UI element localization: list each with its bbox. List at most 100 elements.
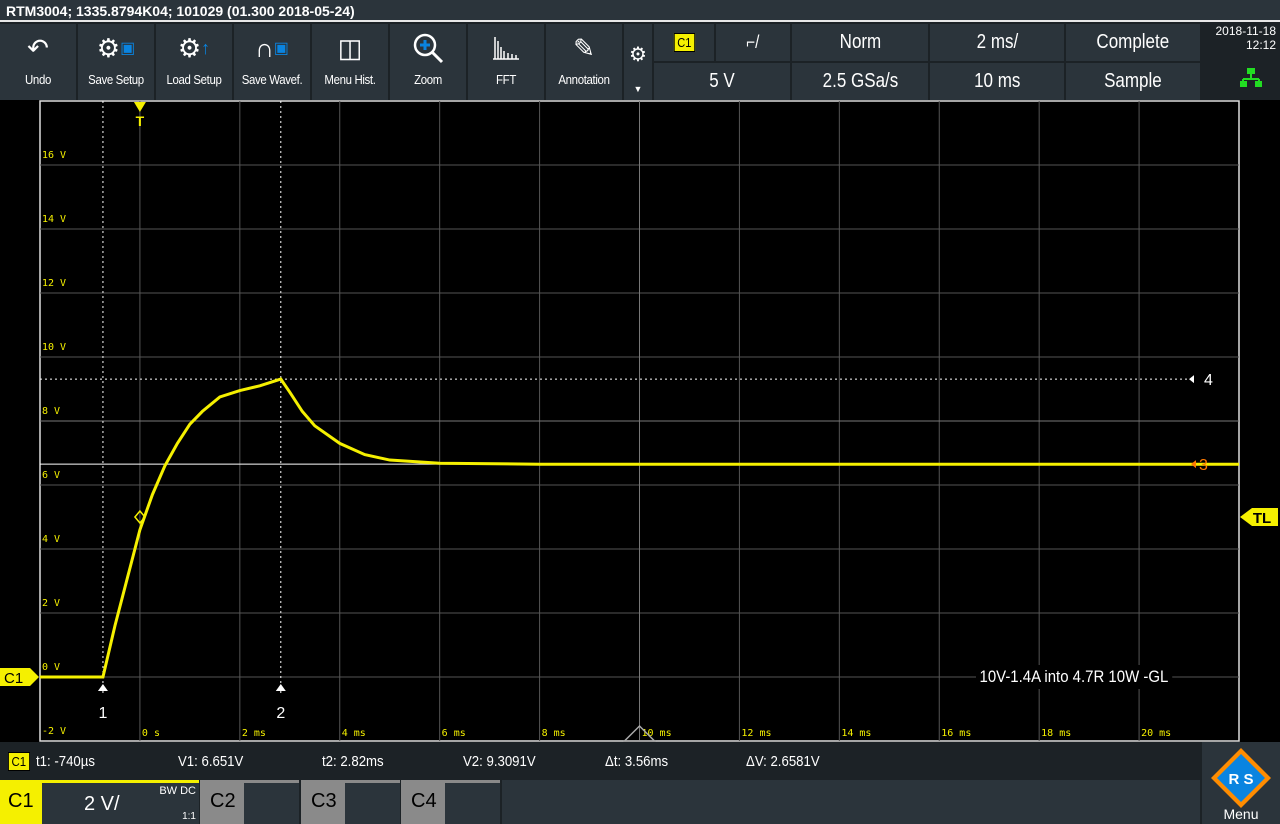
channel-c1-offset-label: C1 <box>4 670 23 687</box>
fft-spectrum-icon <box>468 24 544 72</box>
date: 2018-11-18 <box>1215 24 1277 38</box>
y-tick-label: 14 V <box>42 214 66 225</box>
menu-button[interactable]: R S Menu <box>1202 742 1280 824</box>
cursor-delta-v: ΔV: 2.6581V <box>746 753 820 770</box>
timebase-label: 2 ms/ <box>976 31 1018 53</box>
load-setup-button[interactable]: ⚙ ↑ Load Setup <box>156 24 232 100</box>
y-tick-label: 0 V <box>42 662 60 673</box>
fft-label: FFT <box>496 72 516 87</box>
cursor-1-arrow <box>97 684 108 691</box>
y-tick-label: 12 V <box>42 278 66 289</box>
datetime: 2018-11-18 12:12 <box>1202 24 1280 100</box>
cursor-4-label: 4 <box>1204 372 1213 389</box>
cursor-3-label: 3 <box>1199 457 1208 474</box>
acquisition-state[interactable]: Complete <box>1066 24 1200 61</box>
cursor-delta-t: Δt: 3.56ms <box>605 753 669 770</box>
menu-history-label: Menu Hist. <box>324 72 376 87</box>
cursor-t2: t2: 2.82ms <box>322 753 384 770</box>
x-tick-label: 0 s <box>142 728 160 739</box>
c1-probe-ratio: 1:1 <box>182 811 196 822</box>
cursor-measurements: C1 t1: -740µs V1: 6.651V t2: 2.82ms V2: … <box>0 742 1200 780</box>
network-icon <box>1240 68 1262 87</box>
sample-rate[interactable]: 2.5 GSa/s <box>792 63 928 100</box>
cursor-v2: V2: 9.3091V <box>463 753 536 770</box>
pencil-icon: ✎ <box>573 32 595 63</box>
annotation-text[interactable]: 10V-1.4A into 4.7R 10W -GL <box>976 665 1172 689</box>
undo-arrow-icon: ↶ <box>27 32 49 63</box>
menu-history-button[interactable]: ◫ Menu Hist. <box>312 24 388 100</box>
gear-save-icon: ⚙ ▣ <box>96 32 136 63</box>
title-bar: RTM3004; 1335.8794K04; 101029 (01.300 20… <box>0 0 1280 22</box>
cursor-2-arrow <box>275 684 286 691</box>
trigger-source[interactable]: C1 <box>654 24 714 61</box>
y-tick-label: -2 V <box>42 726 66 737</box>
trigger-slope[interactable]: ⌐/ <box>716 24 790 61</box>
y-tick-label: 2 V <box>42 598 60 609</box>
x-tick-label: 12 ms <box>741 728 771 739</box>
trigger-mode[interactable]: Norm <box>792 24 928 61</box>
trigger-mode-label: Norm <box>839 31 881 53</box>
zoom-in-icon <box>390 24 466 72</box>
waveform-grid: 16 V 14 V 12 V 10 V 8 V 6 V 4 V 2 V 0 V -2 V 0 s 2 … <box>0 100 1278 742</box>
x-tick-label: 20 ms <box>1141 728 1171 739</box>
settings-button[interactable]: ⚙ ▼ <box>624 24 652 100</box>
channel-c2-tab[interactable]: C2 <box>200 780 299 824</box>
y-tick-label: 10 V <box>42 342 66 353</box>
trigger-position-marker <box>133 102 146 112</box>
cursor-3-arrow <box>1191 460 1196 469</box>
acquisition-mode[interactable]: Sample <box>1066 63 1200 100</box>
waveform-display[interactable]: 16 V 14 V 12 V 10 V 8 V 6 V 4 V 2 V 0 V -2 V 0 s 2 … <box>0 100 1280 742</box>
channel-c4-tab[interactable]: C4 <box>401 780 500 824</box>
undo-label: Undo <box>25 72 51 87</box>
acq-mode-label: Sample <box>1104 70 1162 92</box>
channel-c3-tab[interactable]: C3 <box>301 780 400 824</box>
trigger-level[interactable]: 5 V <box>654 63 790 100</box>
x-tick-label: 6 ms <box>442 728 466 739</box>
record-length-label: 10 ms <box>973 70 1021 92</box>
y-tick-label: 16 V <box>42 150 66 161</box>
acq-state-label: Complete <box>1096 31 1170 53</box>
x-tick-label: 16 ms <box>941 728 971 739</box>
x-tick-label: 8 ms <box>542 728 566 739</box>
save-setup-label: Save Setup <box>88 72 144 87</box>
cursor-t1: t1: -740µs <box>36 753 95 770</box>
cursor-2-label: 2 <box>276 705 285 722</box>
x-tick-label: 18 ms <box>1041 728 1071 739</box>
c4-label: C4 <box>411 790 437 812</box>
y-tick-label: 4 V <box>42 534 60 545</box>
load-setup-label: Load Setup <box>166 72 222 87</box>
cursor-v1: V1: 6.651V <box>178 753 244 770</box>
save-waveform-label: Save Wavef. <box>241 72 303 87</box>
c1-label: C1 <box>8 790 34 812</box>
save-waveform-button[interactable]: ∩ ▣ Save Wavef. <box>234 24 310 100</box>
cursor-4-arrow <box>1189 375 1194 384</box>
gear-upload-icon: ⚙ ↑ <box>177 32 211 63</box>
trigger-source-label: C1 <box>673 33 695 52</box>
y-tick-label: 6 V <box>42 470 60 481</box>
channel-bar: C1 2 V/ BW DC 1:1 C2 C3 C4 <box>0 780 1200 824</box>
fft-button[interactable]: FFT <box>468 24 544 100</box>
svg-text:R S: R S <box>1228 771 1253 788</box>
channel-c1-settings[interactable]: 2 V/ BW DC 1:1 <box>42 780 199 824</box>
sample-rate-label: 2.5 GSa/s <box>822 70 898 92</box>
trigger-position-label: T <box>136 113 145 129</box>
measurement-channel-badge: C1 <box>8 752 30 771</box>
annotation-button[interactable]: ✎ Annotation <box>546 24 622 100</box>
save-setup-button[interactable]: ⚙ ▣ Save Setup <box>78 24 154 100</box>
rising-edge-icon: ⌐/ <box>746 32 760 52</box>
time: 12:12 <box>1245 38 1276 52</box>
c1-coupling: BW DC <box>159 785 196 797</box>
timebase[interactable]: 2 ms/ <box>930 24 1064 61</box>
trigger-level-label: 5 V <box>709 70 735 92</box>
zoom-button[interactable]: Zoom <box>390 24 466 100</box>
cursor-1-label: 1 <box>98 705 107 722</box>
waveform-save-icon: ∩ ▣ <box>255 32 289 63</box>
undo-button[interactable]: ↶ Undo <box>0 24 76 100</box>
dropdown-arrow-icon: ▼ <box>633 84 643 94</box>
y-tick-label: 8 V <box>42 406 60 417</box>
record-length[interactable]: 10 ms <box>930 63 1064 100</box>
channel-c1-tab[interactable]: C1 <box>0 780 42 824</box>
book-icon: ◫ <box>337 32 363 63</box>
rohde-schwarz-logo-icon: R S <box>1211 748 1271 808</box>
menu-label: Menu <box>1223 806 1259 822</box>
